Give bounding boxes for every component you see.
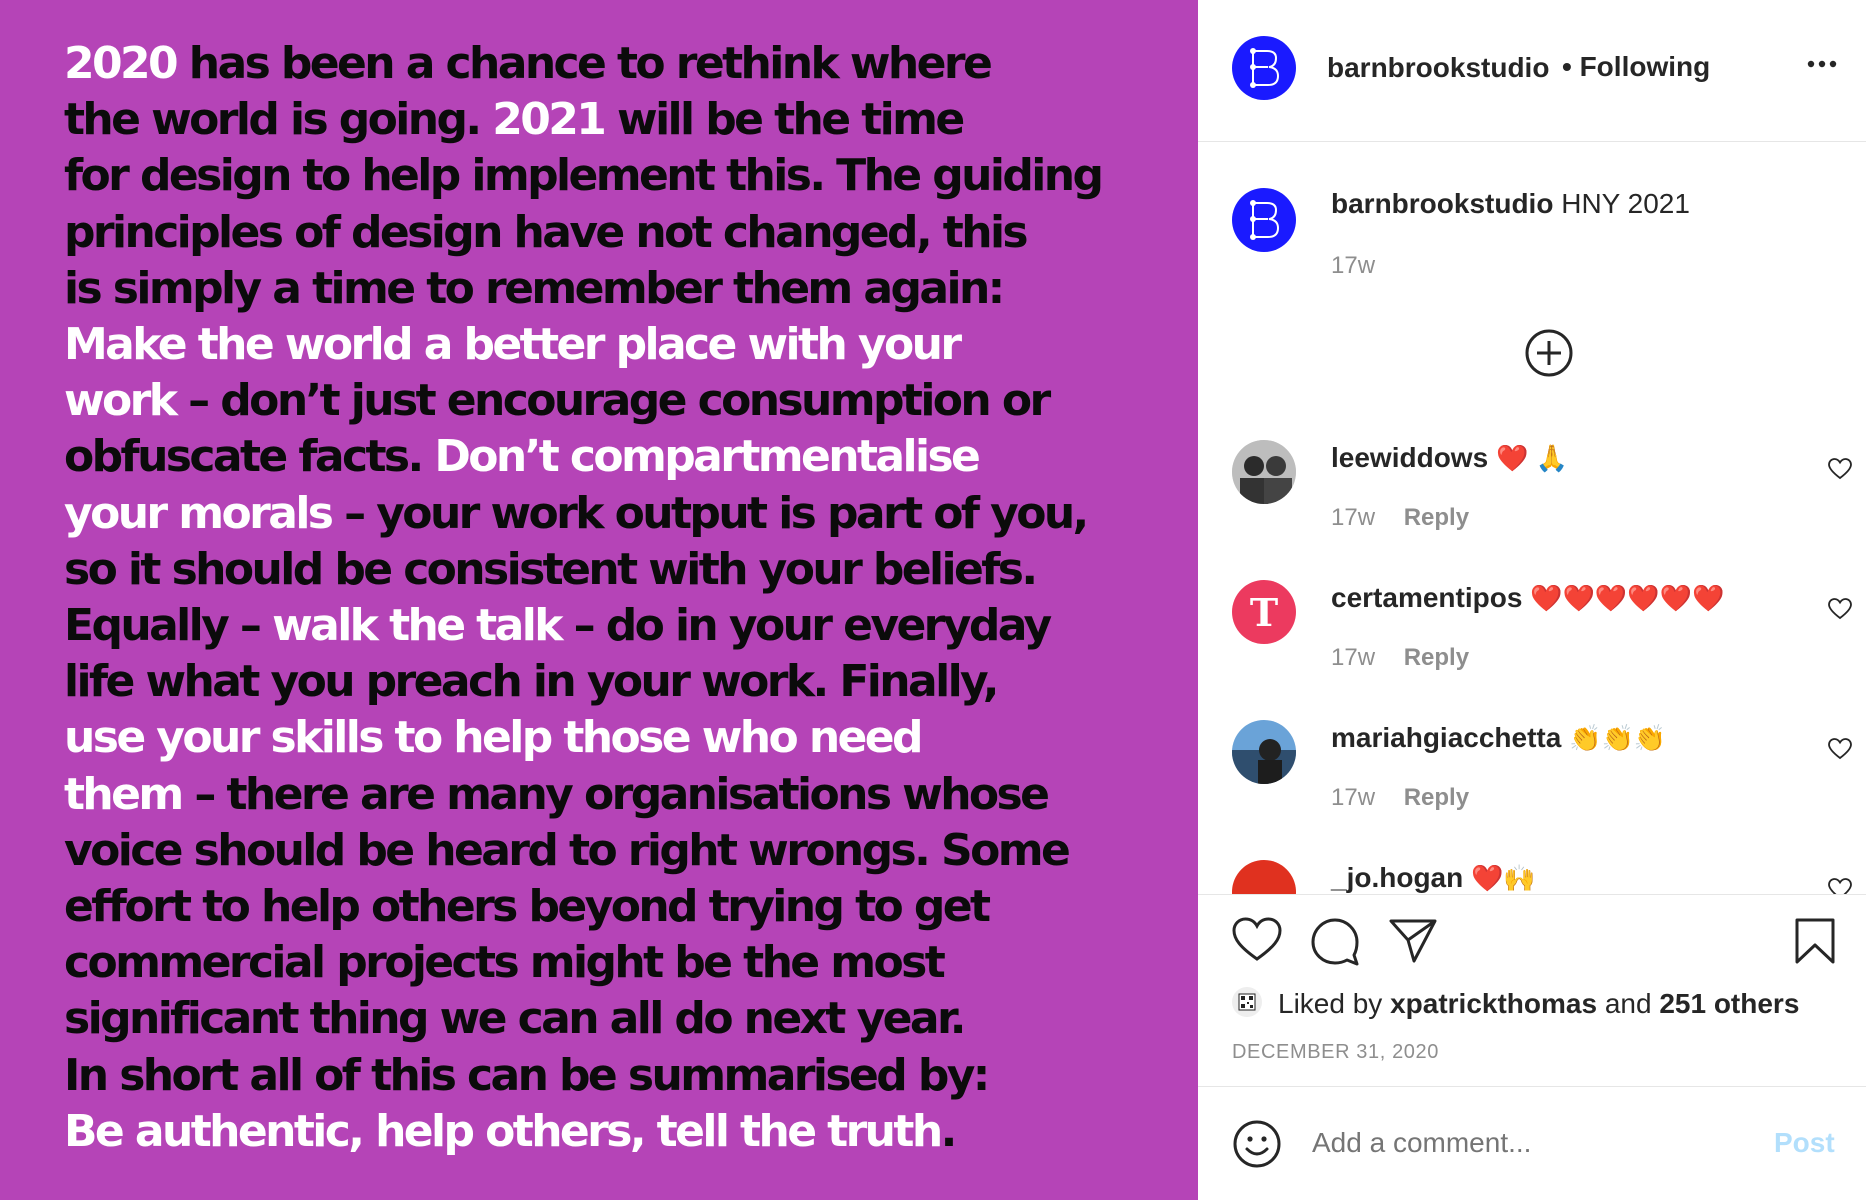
comment-text: 👏👏👏 bbox=[1569, 723, 1667, 753]
avatar-letter: T bbox=[1249, 589, 1279, 635]
qr-avatar-icon bbox=[1238, 993, 1256, 1011]
post-actions: Liked by xpatrickthomas and 251 others D… bbox=[1198, 894, 1866, 1087]
post-sidebar: barnbrookstudio • Following barnbrookstu… bbox=[1198, 0, 1866, 1200]
post-header: barnbrookstudio • Following bbox=[1198, 0, 1866, 142]
comment-username[interactable]: _jo.hogan bbox=[1331, 862, 1463, 893]
comment-username[interactable]: leewiddows bbox=[1331, 442, 1488, 473]
comment-username[interactable]: certamentipos bbox=[1331, 582, 1522, 613]
like-comment-icon[interactable] bbox=[1828, 738, 1852, 765]
likes-count[interactable]: 251 others bbox=[1659, 988, 1799, 1019]
post-button[interactable]: Post bbox=[1774, 1127, 1835, 1159]
reply-button[interactable]: Reply bbox=[1404, 784, 1469, 811]
b-logo-icon bbox=[1250, 48, 1280, 88]
follow-status[interactable]: • Following bbox=[1562, 51, 1710, 83]
load-more-comments-icon[interactable] bbox=[1524, 328, 1574, 383]
comment-text: ❤️ 🙏 bbox=[1495, 443, 1568, 473]
like-comment-icon[interactable] bbox=[1828, 458, 1852, 485]
caption-text: HNY 2021 bbox=[1561, 188, 1690, 219]
add-comment-bar: Post bbox=[1198, 1086, 1866, 1201]
post-date: DECEMBER 31, 2020 bbox=[1232, 1041, 1439, 1063]
save-icon[interactable] bbox=[1794, 917, 1836, 970]
post-image: 2020 has been a chance to rethink where … bbox=[0, 0, 1198, 1200]
comment-username[interactable]: mariahgiacchetta bbox=[1331, 722, 1561, 753]
comment-avatar[interactable] bbox=[1232, 860, 1296, 894]
like-icon[interactable] bbox=[1232, 917, 1282, 968]
caption-avatar[interactable] bbox=[1232, 188, 1296, 252]
share-icon[interactable] bbox=[1388, 917, 1438, 968]
reply-button[interactable]: Reply bbox=[1404, 644, 1469, 671]
comment-avatar[interactable] bbox=[1232, 720, 1296, 784]
comment-time: 17w bbox=[1331, 504, 1376, 531]
comment-text: ❤️🙌 bbox=[1471, 863, 1536, 893]
comment-input[interactable] bbox=[1310, 1117, 1734, 1169]
comment-icon[interactable] bbox=[1310, 917, 1360, 972]
likes-and: and bbox=[1604, 988, 1652, 1019]
more-options-icon[interactable] bbox=[1806, 56, 1838, 77]
like-comment-icon[interactable] bbox=[1828, 598, 1852, 625]
b-logo-icon bbox=[1250, 200, 1280, 240]
reply-button[interactable]: Reply bbox=[1404, 504, 1469, 531]
likes-prefix: Liked by bbox=[1278, 988, 1383, 1019]
like-comment-icon[interactable] bbox=[1828, 878, 1852, 894]
header-username[interactable]: barnbrookstudio bbox=[1327, 52, 1549, 84]
likes-summary: Liked by xpatrickthomas and 251 others bbox=[1278, 988, 1799, 1020]
comment-avatar[interactable]: T bbox=[1232, 580, 1296, 644]
liker-avatar[interactable] bbox=[1232, 987, 1262, 1017]
emoji-icon[interactable] bbox=[1232, 1119, 1282, 1174]
comments-section[interactable]: barnbrookstudio HNY 2021 17w leewiddows bbox=[1198, 142, 1866, 894]
comment-avatar[interactable] bbox=[1232, 440, 1296, 504]
poster-text: 2020 has been a chance to rethink where … bbox=[64, 38, 1104, 1157]
caption-username[interactable]: barnbrookstudio bbox=[1331, 188, 1553, 219]
liker-username[interactable]: xpatrickthomas bbox=[1390, 988, 1597, 1019]
caption-time: 17w bbox=[1331, 252, 1376, 279]
profile-avatar[interactable] bbox=[1232, 36, 1296, 100]
comment-time: 17w bbox=[1331, 784, 1376, 811]
comment-time: 17w bbox=[1331, 644, 1376, 671]
caption: barnbrookstudio HNY 2021 bbox=[1331, 188, 1690, 220]
comment-text: ❤️❤️❤️❤️❤️❤️ bbox=[1530, 583, 1725, 613]
